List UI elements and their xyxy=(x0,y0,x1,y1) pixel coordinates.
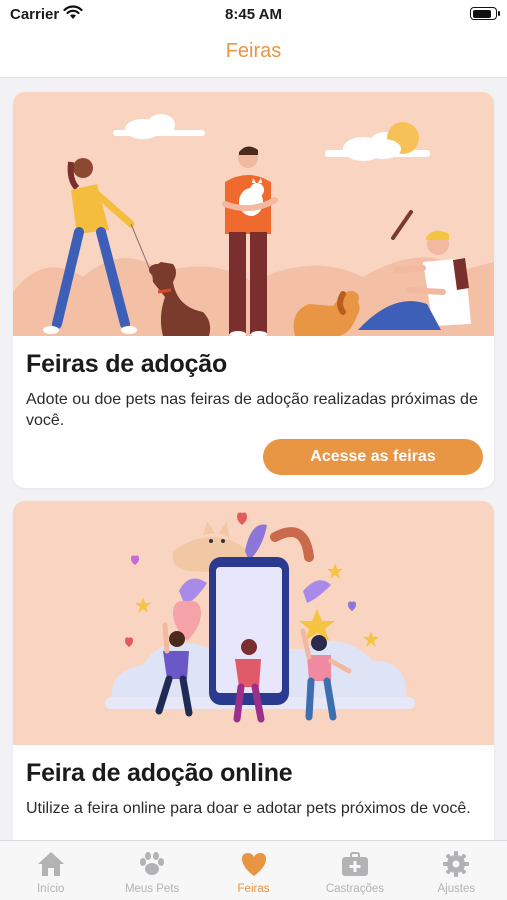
content-scroll-view[interactable]: Feiras de adoção Adote ou doe pets nas f… xyxy=(0,78,507,840)
tab-label: Meus Pets xyxy=(124,883,180,895)
medical-kit-icon xyxy=(341,852,368,876)
tab-label: Início xyxy=(36,883,65,895)
online-fair-card[interactable]: Feira de adoção online Utilize a feira o… xyxy=(13,501,494,840)
battery-icon xyxy=(470,7,500,20)
gear-icon xyxy=(443,851,470,877)
tab-feiras[interactable]: Feiras xyxy=(203,841,304,900)
access-fairs-button[interactable]: Acesse as feiras xyxy=(263,439,483,475)
card-description: Utilize a feira online para doar e adota… xyxy=(26,800,471,817)
status-bar: Carrier 8:45 AM xyxy=(0,0,507,30)
card-description: Adote ou doe pets nas feiras de adoção r… xyxy=(26,391,478,429)
paw-icon xyxy=(140,852,165,875)
online-fair-illustration xyxy=(13,501,494,745)
adoption-fairs-card: Feiras de adoção Adote ou doe pets nas f… xyxy=(13,92,494,488)
card-title: Feira de adoção online xyxy=(26,759,293,787)
tab-label: Castrações xyxy=(325,883,384,895)
tab-ajustes[interactable]: Ajustes xyxy=(406,841,507,900)
navigation-bar: Feiras xyxy=(0,30,507,78)
status-time: 8:45 AM xyxy=(225,6,282,23)
heart-icon xyxy=(241,853,266,876)
battery-level xyxy=(472,9,492,18)
card-title: Feiras de adoção xyxy=(26,350,228,378)
tab-bar: Início Meus Pets Feiras Castrações Ajust… xyxy=(0,840,507,900)
house-icon xyxy=(37,852,64,876)
tab-meus-pets[interactable]: Meus Pets xyxy=(101,841,202,900)
tab-castracoes[interactable]: Castrações xyxy=(304,841,405,900)
tab-label: Ajustes xyxy=(437,883,476,895)
tab-label: Feiras xyxy=(237,883,270,895)
tab-inicio[interactable]: Início xyxy=(0,841,101,900)
adoption-fair-illustration xyxy=(13,92,494,336)
page-title: Feiras xyxy=(225,40,282,62)
